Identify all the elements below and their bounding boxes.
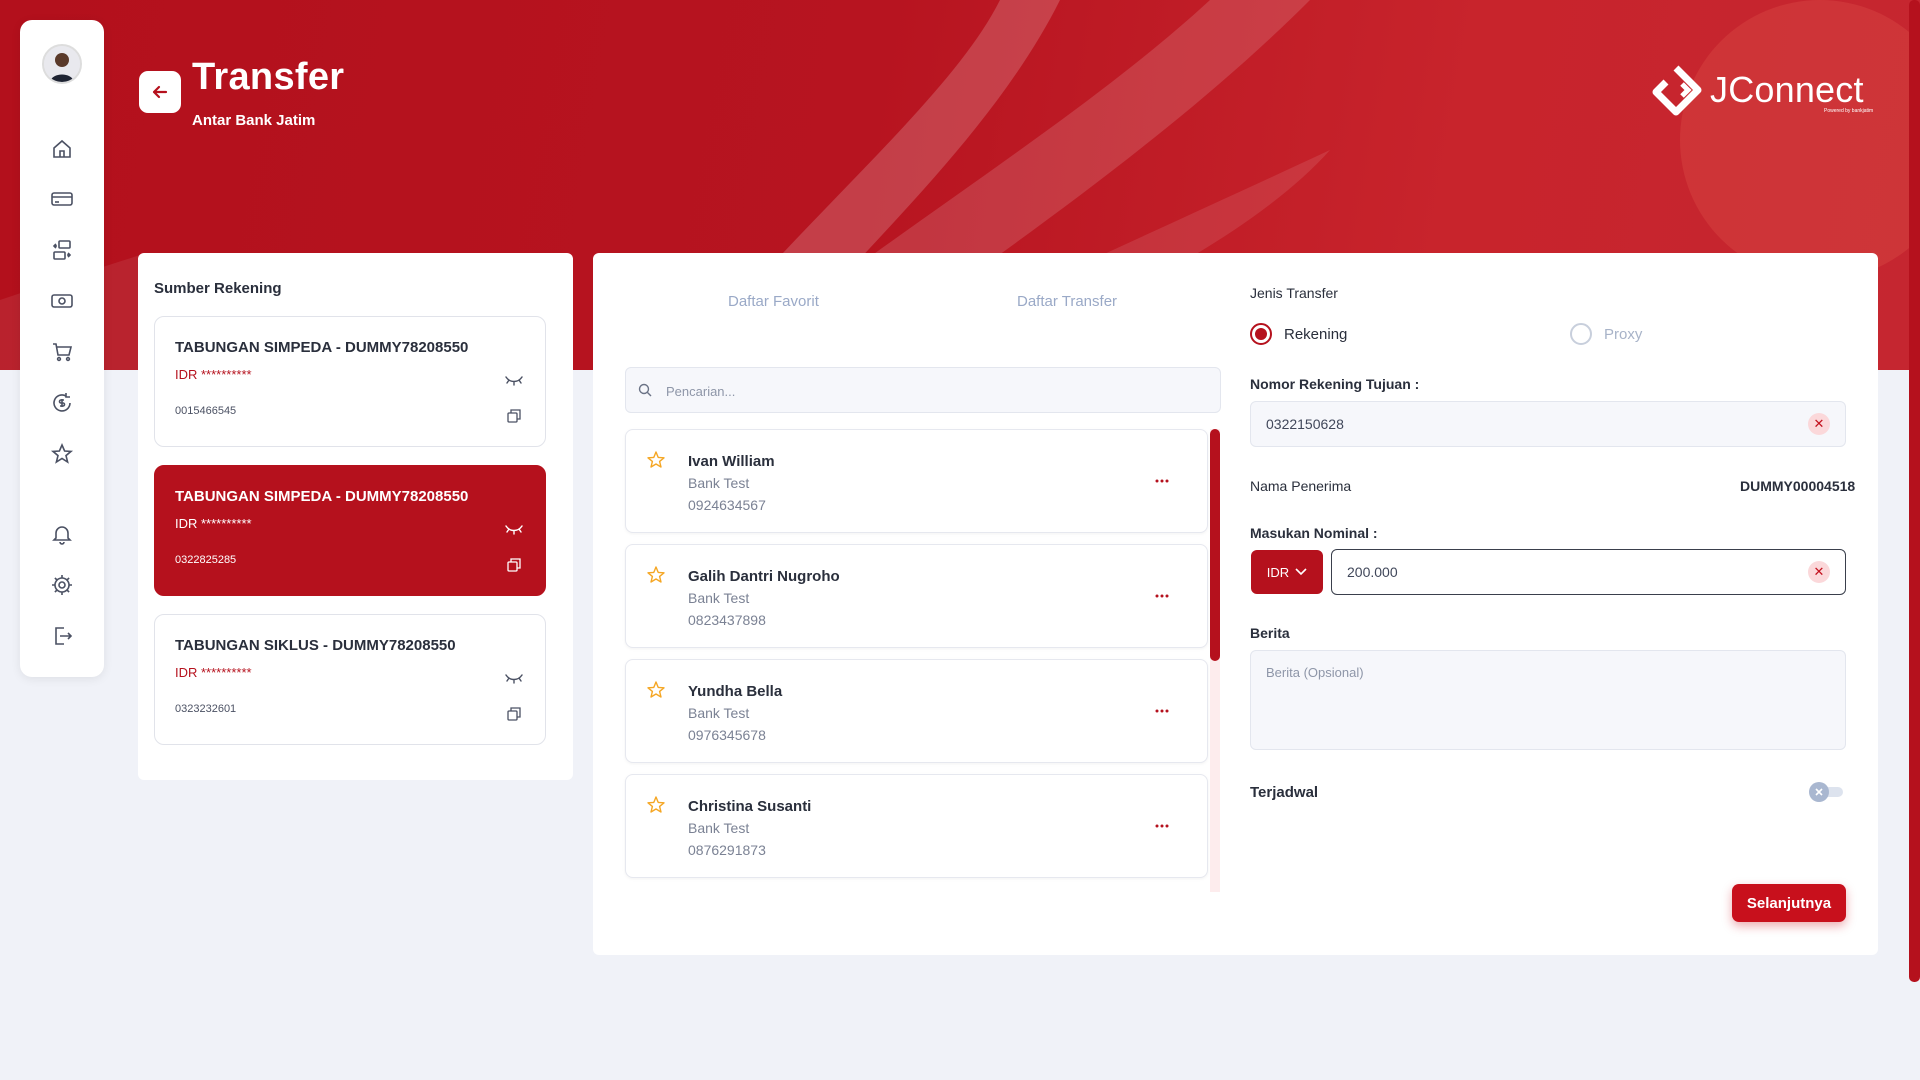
account-balance: IDR ********** bbox=[175, 665, 252, 680]
sidebar bbox=[20, 20, 104, 677]
contact-number: 0976345678 bbox=[688, 727, 766, 743]
eye-closed-icon[interactable] bbox=[505, 373, 523, 387]
destination-account-field[interactable]: 0322150628 ✕ bbox=[1250, 401, 1846, 447]
copy-icon[interactable] bbox=[507, 409, 521, 423]
user-avatar-icon bbox=[44, 46, 80, 82]
transfer-panel: Daftar Favorit Daftar Transfer Ivan Will… bbox=[593, 253, 1878, 955]
home-icon[interactable] bbox=[50, 137, 74, 161]
account-balance: IDR ********** bbox=[175, 516, 252, 531]
page-scrollbar[interactable] bbox=[1909, 0, 1920, 982]
note-placeholder: Berita (Opsional) bbox=[1266, 665, 1364, 680]
account-number: 0322825285 bbox=[175, 554, 237, 566]
logo-text: JConnect bbox=[1710, 69, 1864, 110]
more-options-icon[interactable] bbox=[1154, 593, 1170, 599]
bell-icon[interactable] bbox=[50, 522, 74, 546]
logout-icon[interactable] bbox=[50, 624, 74, 648]
favorite-star-icon[interactable] bbox=[646, 450, 666, 470]
jconnect-logo-icon bbox=[1652, 65, 1702, 116]
cart-icon[interactable] bbox=[50, 340, 74, 364]
amount-value: 200.000 bbox=[1347, 564, 1398, 580]
amount-field[interactable]: 200.000 ✕ bbox=[1331, 549, 1846, 595]
more-options-icon[interactable] bbox=[1154, 823, 1170, 829]
copy-icon[interactable] bbox=[507, 707, 521, 721]
radio-proxy-label[interactable]: Proxy bbox=[1604, 326, 1642, 343]
toggle-off-icon bbox=[1809, 782, 1843, 802]
contact-item[interactable]: Yundha Bella Bank Test 0976345678 bbox=[625, 659, 1208, 763]
page-subtitle: Antar Bank Jatim bbox=[192, 112, 316, 129]
contact-bank: Bank Test bbox=[688, 820, 750, 836]
contact-bank: Bank Test bbox=[688, 590, 750, 606]
next-button[interactable]: Selanjutnya bbox=[1732, 884, 1846, 922]
tab-favorites[interactable]: Daftar Favorit bbox=[728, 293, 819, 310]
contact-list-scroll-thumb[interactable] bbox=[1210, 429, 1220, 661]
account-balance: IDR ********** bbox=[175, 367, 252, 382]
contact-item[interactable]: Ivan William Bank Test 0924634567 bbox=[625, 429, 1208, 533]
gear-icon[interactable] bbox=[50, 573, 74, 597]
star-icon[interactable] bbox=[50, 442, 74, 466]
contact-number: 0876291873 bbox=[688, 842, 766, 858]
scheduled-toggle[interactable] bbox=[1807, 782, 1845, 802]
destination-account-value: 0322150628 bbox=[1266, 416, 1344, 432]
page-title: Transfer bbox=[192, 56, 345, 98]
more-options-icon[interactable] bbox=[1154, 708, 1170, 714]
recipient-name-label: Nama Penerima bbox=[1250, 478, 1352, 494]
clear-amount-button[interactable]: ✕ bbox=[1808, 561, 1830, 583]
contact-name: Galih Dantri Nugroho bbox=[688, 568, 840, 585]
copy-icon[interactable] bbox=[507, 558, 521, 572]
favorite-star-icon[interactable] bbox=[646, 795, 666, 815]
contact-number: 0823437898 bbox=[688, 612, 766, 628]
exchange-icon[interactable] bbox=[50, 238, 74, 262]
contact-item[interactable]: Galih Dantri Nugroho Bank Test 082343789… bbox=[625, 544, 1208, 648]
destination-label: Nomor Rekening Tujuan : bbox=[1250, 376, 1420, 392]
radio-proxy[interactable] bbox=[1570, 323, 1592, 345]
search-input[interactable] bbox=[664, 368, 1208, 414]
favorite-star-icon[interactable] bbox=[646, 565, 666, 585]
back-button[interactable] bbox=[139, 71, 181, 113]
arrow-left-icon bbox=[152, 85, 168, 99]
source-account-panel: Sumber Rekening TABUNGAN SIMPEDA - DUMMY… bbox=[138, 253, 573, 780]
contact-bank: Bank Test bbox=[688, 705, 750, 721]
favorite-star-icon[interactable] bbox=[646, 680, 666, 700]
contact-item[interactable]: Christina Susanti Bank Test 0876291873 bbox=[625, 774, 1208, 878]
account-name: TABUNGAN SIMPEDA - DUMMY78208550 bbox=[175, 339, 469, 356]
amount-label: Masukan Nominal : bbox=[1250, 525, 1378, 541]
account-card[interactable]: TABUNGAN SIMPEDA - DUMMY78208550 IDR ***… bbox=[154, 316, 546, 447]
account-name: TABUNGAN SIKLUS - DUMMY78208550 bbox=[175, 637, 456, 654]
avatar[interactable] bbox=[42, 44, 82, 84]
search-box bbox=[625, 367, 1221, 414]
account-card[interactable]: TABUNGAN SIKLUS - DUMMY78208550 IDR ****… bbox=[154, 614, 546, 745]
brand-logo: JConnect Powered by bankjatim bbox=[1652, 64, 1873, 116]
account-name: TABUNGAN SIMPEDA - DUMMY78208550 bbox=[175, 488, 469, 505]
contact-bank: Bank Test bbox=[688, 475, 750, 491]
recipient-name-value: DUMMY00004518 bbox=[1740, 478, 1856, 494]
scheduled-label: Terjadwal bbox=[1250, 784, 1319, 801]
currency-value: IDR bbox=[1266, 564, 1290, 580]
contact-name: Yundha Bella bbox=[688, 683, 783, 700]
more-options-icon[interactable] bbox=[1154, 478, 1170, 484]
note-field[interactable]: Berita (Opsional) bbox=[1250, 650, 1846, 750]
credit-card-icon[interactable] bbox=[50, 187, 74, 211]
logo-powered-text: Powered by bankjatim bbox=[1824, 108, 1874, 114]
account-number: 0015466545 bbox=[175, 405, 237, 417]
eye-closed-icon[interactable] bbox=[505, 522, 523, 536]
chevron-down-icon bbox=[1295, 568, 1307, 576]
radio-account[interactable] bbox=[1250, 323, 1272, 345]
account-card-selected[interactable]: TABUNGAN SIMPEDA - DUMMY78208550 IDR ***… bbox=[154, 465, 546, 596]
source-account-title: Sumber Rekening bbox=[154, 280, 282, 297]
search-icon bbox=[638, 383, 652, 397]
account-number: 0323232601 bbox=[175, 703, 237, 715]
contact-number: 0924634567 bbox=[688, 497, 766, 513]
dollar-refresh-icon[interactable] bbox=[50, 391, 74, 415]
cash-icon[interactable] bbox=[50, 289, 74, 313]
note-label: Berita bbox=[1250, 625, 1290, 641]
radio-account-label[interactable]: Rekening bbox=[1284, 326, 1347, 343]
contact-name: Christina Susanti bbox=[688, 798, 812, 815]
eye-closed-icon[interactable] bbox=[505, 671, 523, 685]
contact-name: Ivan William bbox=[688, 453, 775, 470]
currency-select[interactable]: IDR bbox=[1251, 550, 1323, 594]
clear-destination-button[interactable]: ✕ bbox=[1808, 413, 1830, 435]
transfer-type-label: Jenis Transfer bbox=[1250, 285, 1338, 301]
tab-transfer-list[interactable]: Daftar Transfer bbox=[1017, 293, 1117, 310]
